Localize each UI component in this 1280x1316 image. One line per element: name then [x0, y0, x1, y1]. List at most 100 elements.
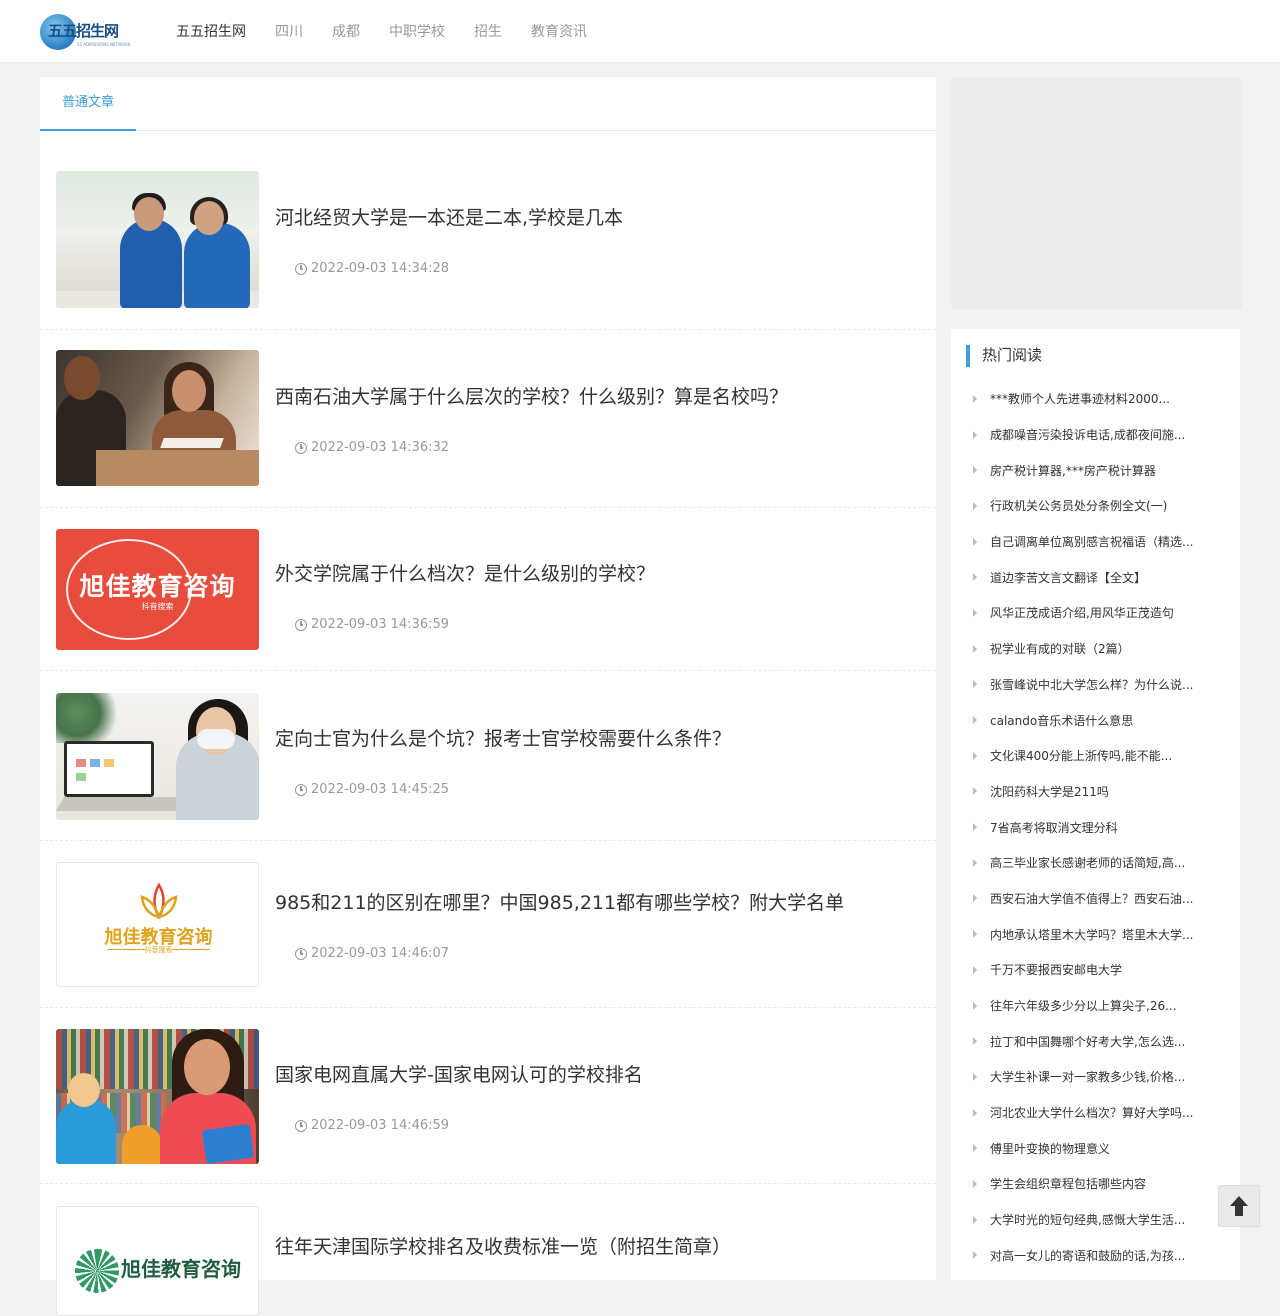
clock-icon	[295, 1119, 307, 1132]
hot-reading-link[interactable]: 大学生补课一对一家教多少钱,价格...	[990, 1068, 1185, 1085]
article-item: 西南石油大学属于什么层次的学校？什么级别？算是名校吗？ 2022-09-03 1…	[40, 330, 936, 508]
logo-subtitle: 55 ADMISSIONS NETWORK	[77, 42, 131, 47]
hot-reading-link[interactable]: 祝学业有成的对联（2篇）	[990, 640, 1130, 657]
bullet-triangle-icon	[973, 644, 977, 653]
article-title[interactable]: 河北经贸大学是一本还是二本,学校是几本	[275, 203, 623, 230]
hot-reading-item[interactable]: 文化课400分能上浙传吗,能不能...	[973, 738, 1223, 774]
hot-reading-link[interactable]: 房产税计算器,***房产税计算器	[990, 462, 1156, 479]
hot-reading-item[interactable]: 房产税计算器,***房产税计算器	[973, 452, 1223, 488]
article-time: 2022-09-03 14:46:59	[295, 1118, 449, 1133]
hot-reading-link[interactable]: 傅里叶变换的物理意义	[990, 1140, 1110, 1157]
hot-reading-link[interactable]: 文化课400分能上浙传吗,能不能...	[990, 747, 1172, 764]
hot-reading-link[interactable]: 高三毕业家长感谢老师的话简短,高...	[990, 854, 1185, 871]
hot-reading-item[interactable]: 成都噪音污染投诉电话,成都夜间施...	[973, 417, 1223, 453]
article-title[interactable]: 定向士官为什么是个坑？报考士官学校需要什么条件？	[275, 724, 731, 751]
article-title[interactable]: 国家电网直属大学-国家电网认可的学校排名	[275, 1060, 643, 1087]
article-thumbnail[interactable]: 旭佳教育咨询 抖音搜索	[56, 529, 259, 650]
nav-item-home[interactable]: 五五招生网	[176, 21, 246, 41]
article-item: 国家电网直属大学-国家电网认可的学校排名 2022-09-03 14:46:59	[40, 1008, 936, 1184]
article-time-text: 2022-09-03 14:36:59	[311, 617, 450, 632]
article-time: 2022-09-03 14:46:07	[295, 946, 449, 961]
bullet-triangle-icon	[973, 858, 977, 867]
bullet-triangle-icon	[973, 466, 977, 475]
hot-reading-link[interactable]: 张雪峰说中北大学怎么样？为什么说...	[990, 676, 1193, 693]
hot-reading-item[interactable]: 张雪峰说中北大学怎么样？为什么说...	[973, 667, 1223, 703]
clock-icon	[295, 262, 307, 275]
article-thumbnail[interactable]: 旭佳教育咨询	[56, 1206, 259, 1316]
hot-reading-item[interactable]: 拉丁和中国舞哪个好考大学,怎么选...	[973, 1023, 1223, 1059]
hot-reading-link[interactable]: 内地承认塔里木大学吗？塔里木大学...	[990, 926, 1193, 943]
article-title[interactable]: 西南石油大学属于什么层次的学校？什么级别？算是名校吗？	[275, 382, 788, 409]
article-thumbnail[interactable]	[56, 1029, 259, 1164]
hot-reading-item[interactable]: 自己调离单位离别感言祝福语（精选...	[973, 524, 1223, 560]
nav-item-admissions[interactable]: 招生	[474, 21, 502, 41]
hot-reading-item[interactable]: 风华正茂成语介绍,用风华正茂造句	[973, 595, 1223, 631]
site-logo[interactable]: 五五招生网 55 ADMISSIONS NETWORK	[40, 12, 140, 52]
nav-item-education-news[interactable]: 教育资讯	[531, 21, 587, 41]
hot-reading-item[interactable]: 道边李苦文言文翻译【全文】	[973, 559, 1223, 595]
hot-reading-link[interactable]: 往年六年级多少分以上算尖子,26...	[990, 997, 1177, 1014]
back-to-top-button[interactable]	[1218, 1185, 1260, 1227]
hot-reading-item[interactable]: 大学生补课一对一家教多少钱,价格...	[973, 1059, 1223, 1095]
article-title[interactable]: 985和211的区别在哪里？中国985,211都有哪些学校？附大学名单	[275, 888, 844, 915]
bullet-triangle-icon	[973, 573, 977, 582]
hot-reading-link[interactable]: 成都噪音污染投诉电话,成都夜间施...	[990, 426, 1185, 443]
article-thumbnail[interactable]	[56, 693, 259, 820]
hot-reading-item[interactable]: 学生会组织章程包括哪些内容	[973, 1166, 1223, 1202]
nav-item-vocational-schools[interactable]: 中职学校	[389, 21, 445, 41]
article-time-text: 2022-09-03 14:45:25	[311, 782, 450, 797]
tab-regular-articles[interactable]: 普通文章	[40, 77, 136, 131]
bullet-triangle-icon	[973, 1001, 977, 1010]
hot-reading-item[interactable]: 祝学业有成的对联（2篇）	[973, 631, 1223, 667]
hot-reading-item[interactable]: 沈阳药科大学是211吗	[973, 774, 1223, 810]
hot-reading-item[interactable]: 内地承认塔里木大学吗？塔里木大学...	[973, 916, 1223, 952]
article-title[interactable]: 外交学院属于什么档次？是什么级别的学校？	[275, 559, 655, 586]
article-time-text: 2022-09-03 14:36:32	[311, 440, 450, 455]
hot-reading-item[interactable]: calando音乐术语什么意思	[973, 702, 1223, 738]
hot-reading-item[interactable]: 行政机关公务员处分条例全文(一)	[973, 488, 1223, 524]
hot-reading-link[interactable]: 风华正茂成语介绍,用风华正茂造句	[990, 604, 1174, 621]
hot-reading-item[interactable]: 千万不要报西安邮电大学	[973, 952, 1223, 988]
lotus-logo-icon	[140, 883, 178, 920]
clock-icon	[295, 947, 307, 960]
article-thumbnail[interactable]	[56, 350, 259, 486]
hot-reading-link[interactable]: 拉丁和中国舞哪个好考大学,怎么选...	[990, 1033, 1185, 1050]
hot-reading-link[interactable]: 沈阳药科大学是211吗	[990, 783, 1109, 800]
bullet-triangle-icon	[973, 787, 977, 796]
hot-reading-link[interactable]: 对高一女儿的寄语和鼓励的话,为孩...	[990, 1247, 1185, 1264]
hot-reading-item[interactable]: ***教师个人先进事迹材料2000...	[973, 381, 1223, 417]
hot-reading-item[interactable]: 西安石油大学值不值得上？西安石油...	[973, 881, 1223, 917]
hot-reading-link[interactable]: 千万不要报西安邮电大学	[990, 961, 1122, 978]
hot-reading-link[interactable]: 7省高考将取消文理分科	[990, 819, 1118, 836]
article-title[interactable]: 往年天津国际学校排名及收费标准一览（附招生简章）	[275, 1232, 731, 1259]
hot-reading-link[interactable]: 河北农业大学什么档次？算好大学吗...	[990, 1104, 1193, 1121]
hot-reading-link[interactable]: 西安石油大学值不值得上？西安石油...	[990, 890, 1193, 907]
nav-item-chengdu[interactable]: 成都	[332, 21, 360, 41]
hot-reading-item[interactable]: 河北农业大学什么档次？算好大学吗...	[973, 1095, 1223, 1131]
hot-reading-item[interactable]: 往年六年级多少分以上算尖子,26...	[973, 988, 1223, 1024]
hot-reading-item[interactable]: 大学时光的短句经典,感慨大学生活...	[973, 1202, 1223, 1238]
hot-reading-item[interactable]: 高三毕业家长感谢老师的话简短,高...	[973, 845, 1223, 881]
article-time-text: 2022-09-03 14:46:07	[311, 946, 450, 961]
hot-reading-item[interactable]: 对高一女儿的寄语和鼓励的话,为孩...	[973, 1238, 1223, 1274]
hot-reading-link[interactable]: 自己调离单位离别感言祝福语（精选...	[990, 533, 1193, 550]
nav-item-sichuan[interactable]: 四川	[275, 21, 303, 41]
hot-reading-item[interactable]: 7省高考将取消文理分科	[973, 809, 1223, 845]
bullet-triangle-icon	[973, 394, 977, 403]
bullet-triangle-icon	[973, 894, 977, 903]
bullet-triangle-icon	[973, 1179, 977, 1188]
hot-reading-link[interactable]: 大学时光的短句经典,感慨大学生活...	[990, 1211, 1185, 1228]
hot-reading-link[interactable]: 道边李苦文言文翻译【全文】	[990, 569, 1146, 586]
hot-reading-link[interactable]: ***教师个人先进事迹材料2000...	[990, 390, 1170, 407]
article-item: 旭佳教育咨询 抖音搜索 外交学院属于什么档次？是什么级别的学校？ 2022-09…	[40, 508, 936, 671]
article-time-text: 2022-09-03 14:46:59	[311, 1118, 450, 1133]
article-thumbnail[interactable]: 旭佳教育咨询 抖音搜索	[56, 862, 259, 987]
hot-reading-link[interactable]: 学生会组织章程包括哪些内容	[990, 1175, 1146, 1192]
hot-reading-link[interactable]: calando音乐术语什么意思	[990, 712, 1133, 729]
bullet-triangle-icon	[973, 1251, 977, 1260]
hot-reading-link[interactable]: 行政机关公务员处分条例全文(一)	[990, 497, 1167, 514]
hot-reading-item[interactable]: 傅里叶变换的物理意义	[973, 1130, 1223, 1166]
article-thumbnail[interactable]	[56, 171, 259, 308]
bullet-triangle-icon	[973, 680, 977, 689]
article-tabs: 普通文章	[40, 77, 936, 131]
